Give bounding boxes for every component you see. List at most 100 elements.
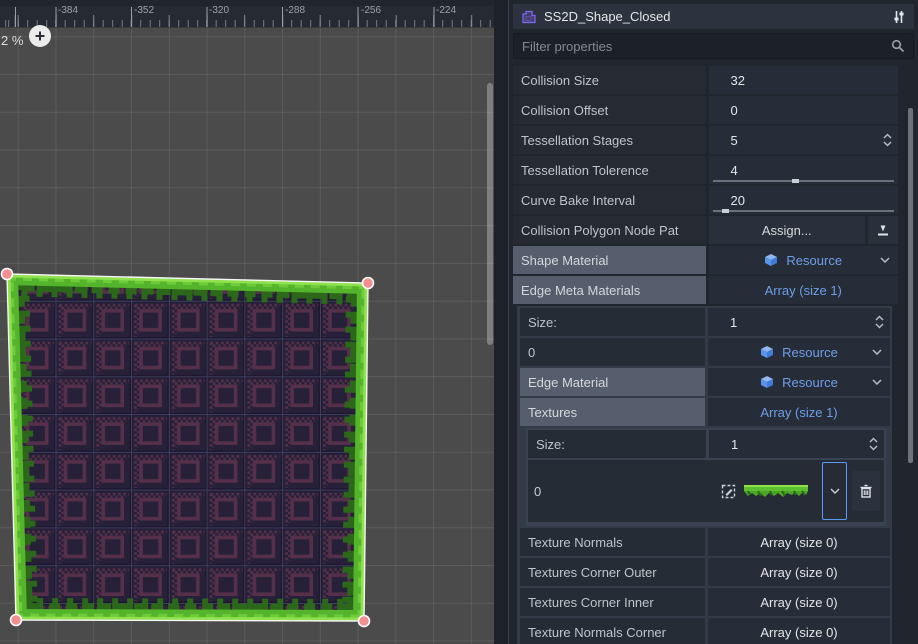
zoom-in-button[interactable] xyxy=(29,25,51,47)
array-item-0-row: 0 Resource xyxy=(520,338,890,366)
ruler-tick-label: -352 xyxy=(134,5,154,16)
curve-bake-interval-slider[interactable]: 20 xyxy=(709,186,899,214)
property-label: Edge Meta Materials xyxy=(513,276,706,304)
array-size-text: Array (size 0) xyxy=(760,535,837,550)
edit-texture-icon[interactable] xyxy=(721,484,736,499)
delete-texture-button[interactable] xyxy=(852,471,880,511)
property-row-shape-material: Shape Material Resource xyxy=(513,246,898,274)
property-label: Tessellation Stages xyxy=(513,126,706,154)
filter-properties-input[interactable] xyxy=(522,39,891,54)
property-row-edge-meta-materials: Edge Meta Materials Array (size 1) xyxy=(513,276,898,304)
spinner-updown-icon[interactable] xyxy=(882,133,893,148)
texture-item-0-row: 0 xyxy=(528,460,884,522)
property-row-curve-bake-interval: Curve Bake Interval 20 xyxy=(513,186,898,214)
shape-material-resource-picker[interactable]: Resource xyxy=(709,246,899,274)
property-row-collision-size: Collision Size 32 xyxy=(513,66,898,94)
shape-fill-texture xyxy=(7,274,368,621)
viewport-vertical-scrollbar[interactable] xyxy=(487,83,493,345)
property-label: Texture Normals Corner xyxy=(520,618,705,644)
field-value: 1 xyxy=(731,437,738,452)
textures-corner-inner-array-button[interactable]: Array (size 0) xyxy=(708,588,890,616)
edge-material-resource-picker[interactable]: Resource xyxy=(708,368,890,396)
ruler-tick-label: -288 xyxy=(285,5,305,16)
array-size-field[interactable]: 1 xyxy=(708,308,890,336)
zoom-in-plus-icon xyxy=(34,30,46,42)
tessellation-tolerence-slider[interactable]: 4 xyxy=(709,156,899,184)
filter-properties-box xyxy=(513,33,914,59)
slider-grabber[interactable] xyxy=(722,209,729,213)
shape-handle-bottom-right[interactable] xyxy=(359,616,370,627)
array-size-text: Array (size 1) xyxy=(760,405,837,420)
shape-handle-top-left[interactable] xyxy=(2,269,13,280)
shape-handle-top-right[interactable] xyxy=(363,278,374,289)
trash-icon xyxy=(859,484,873,499)
resource-value-text: Resource xyxy=(786,253,842,268)
assign-node-path-button[interactable]: Assign... xyxy=(709,216,866,244)
resource-value-text: Resource xyxy=(782,375,838,390)
property-row-texture-normals-corner: Texture Normals Corner Array (size 0) xyxy=(520,618,890,644)
array-size-label: Size: xyxy=(520,308,705,336)
slider-grabber[interactable] xyxy=(792,179,799,183)
dropdown-chevron-icon[interactable] xyxy=(880,257,890,263)
property-label: Textures xyxy=(520,398,705,426)
property-label: Collision Offset xyxy=(513,96,706,124)
dropdown-chevron-icon[interactable] xyxy=(872,379,882,385)
spinner-updown-icon[interactable] xyxy=(868,437,879,452)
editor-window: -384 -352 -320 -288 -256 -224 2 % SS2D_S… xyxy=(0,0,918,644)
meta-item-resource-picker[interactable]: Resource xyxy=(708,338,890,366)
textures-array-button[interactable]: Array (size 1) xyxy=(708,398,890,426)
property-label: Edge Material xyxy=(520,368,705,396)
ruler-tick-label: -224 xyxy=(436,5,456,16)
spinner-updown-icon[interactable] xyxy=(874,315,885,330)
collision-offset-field[interactable]: 0 xyxy=(709,96,899,124)
texture-normals-corner-array-button[interactable]: Array (size 0) xyxy=(708,618,890,644)
pick-node-button[interactable] xyxy=(868,216,898,244)
property-row-textures: Textures Array (size 1) xyxy=(520,398,890,426)
property-label: Collision Size xyxy=(513,66,706,94)
array-size-row: Size: 1 xyxy=(520,308,890,336)
slider-track xyxy=(713,210,895,212)
edge-meta-materials-array-section: Size: 1 0 xyxy=(517,306,892,644)
resource-cube-icon xyxy=(760,375,774,389)
ruler-tick-label: -320 xyxy=(209,5,229,16)
property-label: Textures Corner Inner xyxy=(520,588,705,616)
collision-size-field[interactable]: 32 xyxy=(709,66,899,94)
property-label: Curve Bake Interval xyxy=(513,186,706,214)
property-label: Tessellation Tolerence xyxy=(513,156,706,184)
horizontal-ruler: -384 -352 -320 -288 -256 -224 xyxy=(0,0,494,28)
grass-texture-preview[interactable] xyxy=(744,483,808,499)
array-size-text: Array (size 0) xyxy=(760,565,837,580)
array-size-field[interactable]: 1 xyxy=(709,430,884,458)
inspector-panel: SS2D_Shape_Closed Collision Size 32 C xyxy=(508,0,918,644)
slider-track xyxy=(713,180,895,182)
inspector-object-title: SS2D_Shape_Closed xyxy=(544,9,885,24)
property-row-edge-material: Edge Material Resource xyxy=(520,368,890,396)
texture-options-dropdown-button[interactable] xyxy=(822,462,847,520)
property-row-collision-polygon-node-path: Collision Polygon Node Pat Assign... xyxy=(513,216,898,244)
canvas-2d-viewport[interactable]: -384 -352 -320 -288 -256 -224 2 % xyxy=(0,0,494,644)
inspector-vertical-scrollbar[interactable] xyxy=(908,108,913,463)
tools-sliders-icon[interactable] xyxy=(892,10,906,24)
assign-pick-icon xyxy=(876,223,890,237)
panel-splitter[interactable] xyxy=(494,0,508,644)
dropdown-chevron-icon[interactable] xyxy=(872,349,882,355)
resource-cube-icon xyxy=(764,253,778,267)
array-size-label: Size: xyxy=(528,430,706,458)
inspector-property-list: Collision Size 32 Collision Offset 0 Tes… xyxy=(513,66,898,644)
property-row-tessellation-tolerence: Tessellation Tolerence 4 xyxy=(513,156,898,184)
ruler-tick-label: -256 xyxy=(361,5,381,16)
property-row-tessellation-stages: Tessellation Stages 5 xyxy=(513,126,898,154)
texture-normals-array-button[interactable]: Array (size 0) xyxy=(708,528,890,556)
textures-corner-outer-array-button[interactable]: Array (size 0) xyxy=(708,558,890,586)
array-item-index: 0 xyxy=(534,484,721,499)
edge-meta-materials-array-button[interactable]: Array (size 1) xyxy=(709,276,899,304)
ss2d-shape-polygon[interactable] xyxy=(0,0,494,644)
dropdown-chevron-icon xyxy=(830,488,840,494)
shape-handle-bottom-left[interactable] xyxy=(11,615,22,626)
resource-value-text: Resource xyxy=(782,345,838,360)
array-size-text: Array (size 0) xyxy=(760,595,837,610)
tessellation-stages-field[interactable]: 5 xyxy=(709,126,899,154)
array-size-row: Size: 1 xyxy=(528,430,884,458)
array-item-index: 0 xyxy=(520,338,705,366)
zoom-percentage-label: 2 % xyxy=(1,33,23,48)
